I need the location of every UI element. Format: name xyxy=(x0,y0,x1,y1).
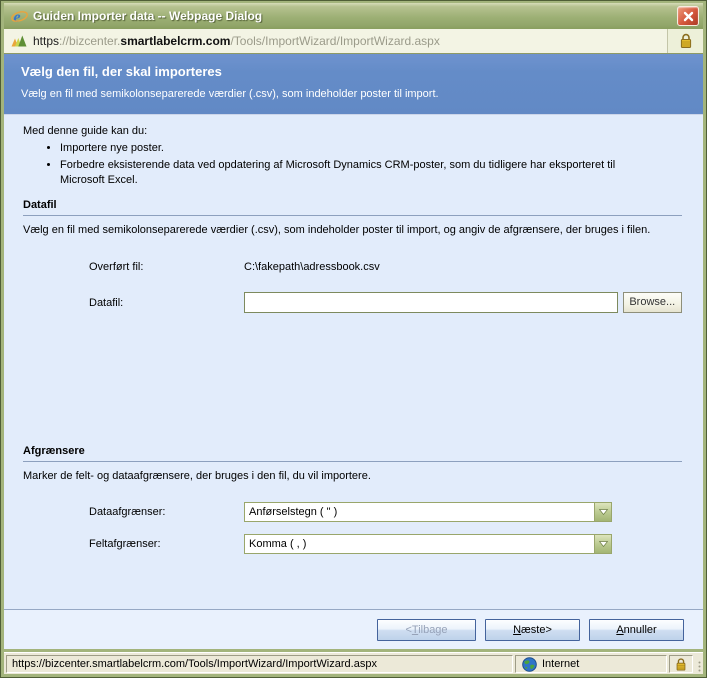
wizard-header: Vælg den fil, der skal importeres Vælg e… xyxy=(4,54,703,115)
list-item: Forbedre eksisterende data ved opdaterin… xyxy=(60,158,660,188)
lock-icon xyxy=(680,33,691,48)
field-delimiter-label: Feltafgrænser: xyxy=(89,538,161,550)
resize-grip[interactable] xyxy=(694,655,702,673)
page-subtitle: Vælg en fil med semikolonseparerede værd… xyxy=(21,88,439,100)
status-zone-label: Internet xyxy=(542,658,580,670)
ie-logo-icon: e xyxy=(11,9,28,25)
back-button[interactable]: <Tilbage xyxy=(377,618,476,641)
uploaded-file-row: Overført fil: C:\fakepath\adressbook.csv xyxy=(23,261,682,273)
status-zone-cell: Internet xyxy=(515,655,667,673)
datafile-input[interactable] xyxy=(244,292,618,313)
address-lock-cell[interactable] xyxy=(667,29,703,53)
intro-block: Med denne guide kan du: Importere nye po… xyxy=(23,125,681,190)
data-delimiter-label: Dataafgrænser: xyxy=(89,506,166,518)
field-delimiter-select[interactable]: Komma ( , ) xyxy=(244,534,612,554)
url-domain: smartlabelcrm.com xyxy=(120,34,231,48)
globe-icon xyxy=(522,656,537,672)
uploaded-file-label: Overført fil: xyxy=(89,261,144,273)
browse-button[interactable]: Browse... xyxy=(622,292,682,313)
page-title: Vælg den fil, der skal importeres xyxy=(21,64,222,79)
section-description: Marker de felt- og dataafgrænsere, der b… xyxy=(23,470,371,482)
window-title: Guiden Importer data -- Webpage Dialog xyxy=(33,9,263,23)
section-afgraensere: Afgrænsere Marker de felt- og dataafgræn… xyxy=(23,445,682,554)
webpage-dialog-window: e Guiden Importer data -- Webpage Dialog… xyxy=(0,0,707,678)
intro-bullet-list: Importere nye poster. Forbedre eksistere… xyxy=(23,141,681,188)
section-description: Vælg en fil med semikolonseparerede værd… xyxy=(23,224,651,236)
chevron-down-icon[interactable] xyxy=(594,535,611,553)
status-bar: https://bizcenter.smartlabelcrm.com/Tool… xyxy=(4,652,703,674)
status-lock-cell[interactable] xyxy=(669,655,693,673)
list-item: Importere nye poster. xyxy=(60,141,660,156)
url-scheme: https xyxy=(33,34,60,48)
wizard-footer: <Tilbage Næste> Annuller xyxy=(4,609,703,649)
address-url: https://bizcenter.smartlabelcrm.com/Tool… xyxy=(33,34,667,48)
field-delimiter-row: Feltafgrænser: Komma ( , ) xyxy=(23,534,682,554)
section-datafil: Datafil Vælg en fil med semikolonseparer… xyxy=(23,199,682,313)
dynamics-crm-icon xyxy=(11,35,27,47)
close-icon[interactable] xyxy=(677,6,699,26)
back-button-label: < xyxy=(405,623,412,636)
cancel-button[interactable]: Annuller xyxy=(589,618,684,641)
svg-text:e: e xyxy=(14,9,21,25)
data-delimiter-select[interactable]: Anførselstegn ( " ) xyxy=(244,502,612,522)
url-separator: ://bizcenter. xyxy=(59,34,121,48)
wizard-content: Med denne guide kan du: Importere nye po… xyxy=(4,115,703,649)
data-delimiter-value: Anførselstegn ( " ) xyxy=(249,506,338,518)
url-path: /Tools/ImportWizard/ImportWizard.aspx xyxy=(230,34,440,48)
chevron-down-icon[interactable] xyxy=(594,503,611,521)
status-url: https://bizcenter.smartlabelcrm.com/Tool… xyxy=(6,655,513,673)
uploaded-file-value: C:\fakepath\adressbook.csv xyxy=(244,261,380,273)
section-title-datafil: Datafil xyxy=(23,199,682,216)
field-delimiter-value: Komma ( , ) xyxy=(249,538,307,550)
datafile-row: Datafil: Browse... xyxy=(23,292,682,313)
datafile-label: Datafil: xyxy=(89,296,124,309)
intro-lead: Med denne guide kan du: xyxy=(23,125,148,137)
lock-icon xyxy=(676,657,686,670)
section-title-afgraensere: Afgrænsere xyxy=(23,445,682,462)
next-button[interactable]: Næste> xyxy=(485,618,580,641)
title-bar[interactable]: e Guiden Importer data -- Webpage Dialog xyxy=(4,3,703,29)
address-bar: https://bizcenter.smartlabelcrm.com/Tool… xyxy=(4,29,703,54)
data-delimiter-row: Dataafgrænser: Anførselstegn ( " ) xyxy=(23,502,682,522)
